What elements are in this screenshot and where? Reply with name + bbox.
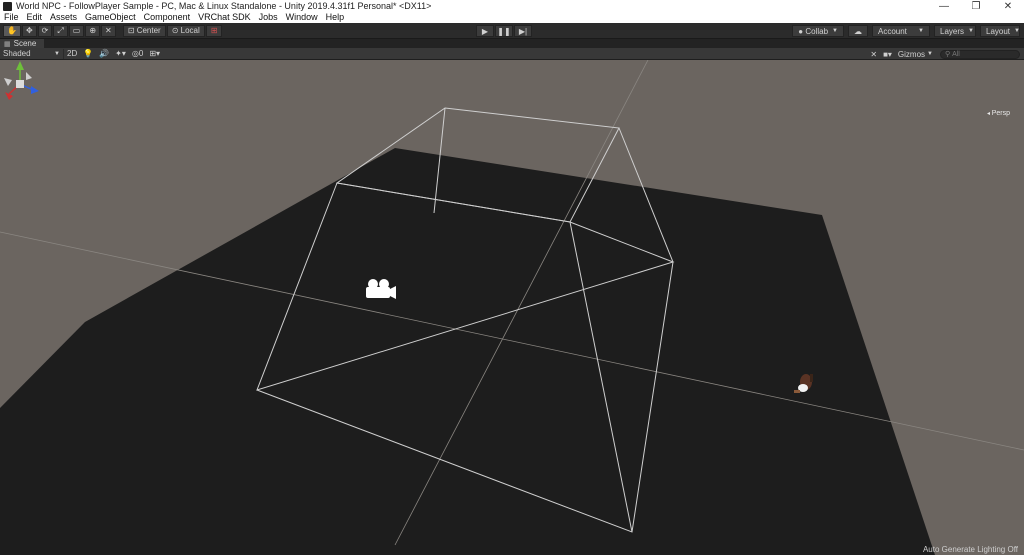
rect-tool-icon[interactable]: ▭	[68, 24, 85, 37]
collab-icon: ●	[798, 26, 806, 36]
chevron-down-icon: ▼	[918, 28, 924, 34]
lighting-status: Auto Generate Lighting Off	[922, 545, 1018, 554]
transform-tools: ✋ ✥ ⟳ ⤢ ▭ ⊕ ✕	[3, 24, 117, 37]
chevron-down-icon: ▼	[1014, 28, 1020, 34]
scene-icon: ▦	[4, 40, 11, 48]
chevron-down-icon: ▼	[927, 51, 933, 57]
custom-tool-icon[interactable]: ✕	[101, 24, 116, 37]
ground-plane	[0, 148, 935, 555]
chevron-down-icon: ▼	[968, 28, 974, 34]
close-button[interactable]: ✕	[992, 0, 1024, 12]
tab-scene[interactable]: ▦ Scene	[0, 39, 45, 48]
hand-tool-icon[interactable]: ✋	[3, 24, 21, 37]
rotate-tool-icon[interactable]: ⟳	[37, 24, 53, 37]
scene-render	[0, 60, 1024, 555]
scene-visibility-toggle[interactable]: ◎ 0	[129, 49, 146, 59]
cloud-button[interactable]: ☁	[848, 25, 868, 37]
scene-viewport[interactable]: ◂ Persp Auto Generate Lighting Off	[0, 60, 1024, 555]
neg-x-cone[interactable]	[4, 78, 12, 86]
scene-search-input[interactable]: ⚲ All	[940, 49, 1020, 59]
menu-edit[interactable]: Edit	[23, 12, 47, 23]
scene-view-toolbar: Shaded ▼ 2D 💡 🔊 ✦▾ ◎ 0 ⊞▾ ✕ ■▾ Gizmos ▼ ⚲ A…	[0, 48, 1024, 60]
menu-assets[interactable]: Assets	[46, 12, 81, 23]
pivot-icon: ⊡	[127, 26, 137, 35]
chevron-down-icon: ▼	[832, 28, 838, 34]
neg-z-cone[interactable]	[26, 72, 32, 80]
menu-component[interactable]: Component	[140, 12, 195, 23]
center-cube[interactable]	[16, 80, 24, 88]
camera-settings-icon[interactable]: ■▾	[880, 49, 895, 59]
menu-bar: File Edit Assets GameObject Component VR…	[0, 12, 1024, 23]
maximize-button[interactable]: ❐	[960, 0, 992, 12]
layers-dropdown[interactable]: Layers ▼	[934, 25, 976, 37]
search-icon: ⚲	[945, 51, 953, 58]
projection-label[interactable]: ◂ Persp	[987, 110, 1010, 117]
grid-snap-icon[interactable]: ⊞	[205, 24, 223, 37]
orientation-gizmo[interactable]	[0, 60, 40, 120]
rotation-icon: ⊙	[171, 26, 181, 35]
menu-vrchat-sdk[interactable]: VRChat SDK	[194, 12, 255, 23]
audio-toggle-icon[interactable]: 🔊	[96, 49, 112, 59]
chevron-down-icon: ▼	[54, 50, 60, 57]
move-tool-icon[interactable]: ✥	[21, 24, 37, 37]
grid-toggle-icon[interactable]: ⊞▾	[146, 49, 163, 59]
tab-row: ▦ Scene	[0, 39, 1024, 48]
menu-file[interactable]: File	[0, 12, 23, 23]
step-button[interactable]: ▶|	[514, 25, 532, 37]
gizmos-dropdown[interactable]: Gizmos ▼	[895, 49, 936, 59]
account-dropdown[interactable]: Account ▼	[872, 25, 930, 37]
tools-icon[interactable]: ✕	[867, 49, 880, 59]
layout-dropdown[interactable]: Layout ▼	[980, 25, 1020, 37]
minimize-button[interactable]: —	[928, 0, 960, 12]
menu-jobs[interactable]: Jobs	[255, 12, 282, 23]
transform-tool-icon[interactable]: ⊕	[85, 24, 101, 37]
y-axis-cone[interactable]	[16, 61, 24, 70]
collab-dropdown[interactable]: ● Collab ▼	[792, 25, 844, 37]
cloud-icon: ☁	[854, 26, 862, 36]
menu-gameobject[interactable]: GameObject	[81, 12, 140, 23]
eye-slash-icon: ◎	[131, 49, 139, 58]
pivot-rotation-button[interactable]: ⊙ Local	[166, 24, 205, 37]
scale-tool-icon[interactable]: ⤢	[53, 24, 68, 37]
unity-logo-icon	[3, 1, 12, 11]
menu-window[interactable]: Window	[282, 12, 322, 23]
menu-help[interactable]: Help	[322, 12, 349, 23]
shading-mode-dropdown[interactable]: Shaded ▼	[0, 48, 64, 59]
effects-dropdown-icon[interactable]: ✦▾	[112, 49, 129, 59]
window-title: World NPC - FollowPlayer Sample - PC, Ma…	[16, 1, 432, 11]
z-axis-cone[interactable]	[31, 86, 39, 94]
window-title-bar: World NPC - FollowPlayer Sample - PC, Ma…	[0, 0, 1024, 12]
main-toolbar: ✋ ✥ ⟳ ⤢ ▭ ⊕ ✕ ⊡ Center ⊙ Local ⊞ ▶ ❚❚ ▶|…	[0, 23, 1024, 39]
play-button[interactable]: ▶	[476, 25, 494, 37]
pause-button[interactable]: ❚❚	[495, 25, 513, 37]
lighting-toggle-icon[interactable]: 💡	[80, 49, 96, 59]
pivot-mode-button[interactable]: ⊡ Center	[122, 24, 166, 37]
2d-toggle[interactable]: 2D	[64, 49, 80, 59]
